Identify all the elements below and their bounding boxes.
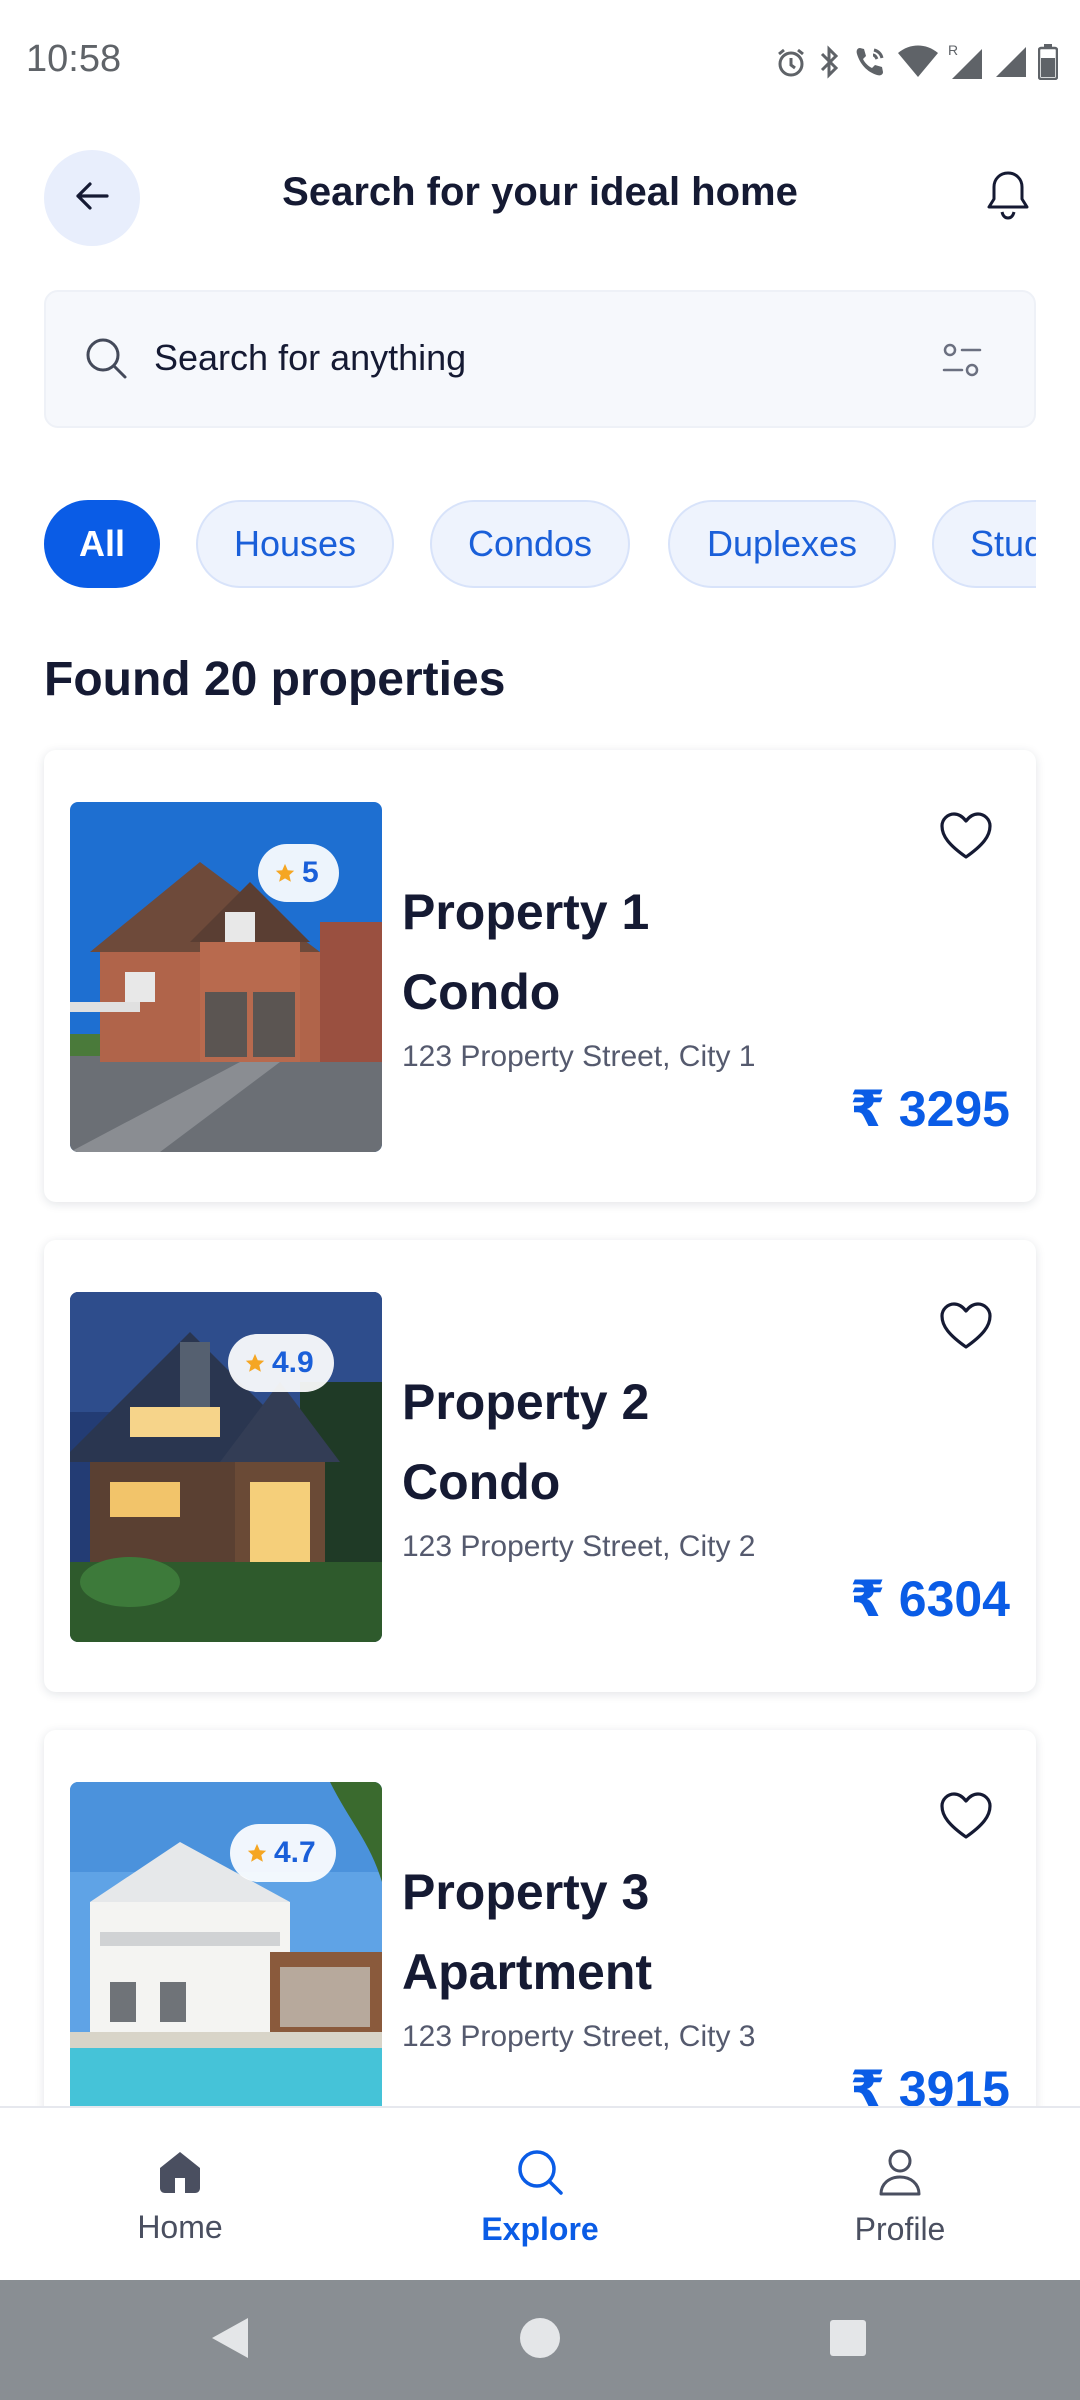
search-icon — [84, 336, 128, 385]
property-type: Condo — [402, 1454, 561, 1510]
favorite-button[interactable] — [936, 808, 996, 868]
property-card[interactable]: 5 Property 1 Condo 123 Property Street, … — [44, 750, 1036, 1202]
wifi-icon — [898, 45, 938, 79]
system-recents-button[interactable] — [818, 2310, 878, 2370]
property-image: 4.9 — [70, 1292, 382, 1642]
rating-value: 4.7 — [274, 1836, 316, 1869]
heart-icon — [939, 1301, 993, 1356]
home-icon — [156, 2148, 204, 2199]
rating-value: 4.9 — [272, 1346, 314, 1379]
wifi-calling-icon — [852, 44, 888, 80]
favorite-button[interactable] — [936, 1788, 996, 1848]
property-type: Condo — [402, 964, 561, 1020]
star-icon — [246, 1842, 268, 1864]
chip-condos[interactable]: Condos — [430, 500, 630, 588]
page-title: Search for your ideal home — [282, 170, 798, 214]
square-recents-icon — [828, 2318, 868, 2363]
property-image: 4.7 — [70, 1782, 382, 2132]
bell-icon — [985, 169, 1031, 226]
nav-home[interactable]: Home — [60, 2108, 300, 2282]
back-button[interactable] — [44, 150, 140, 246]
nav-home-label: Home — [137, 2209, 223, 2245]
property-type: Apartment — [402, 1944, 653, 2000]
rating-value: 5 — [302, 856, 319, 889]
status-icons: R — [774, 42, 1058, 82]
property-image: 5 — [70, 802, 382, 1152]
nav-explore[interactable]: Explore — [420, 2108, 660, 2282]
arrow-left-icon — [75, 181, 109, 216]
property-price: ₹ 6304 — [850, 1571, 1010, 1627]
svg-text:R: R — [948, 43, 958, 58]
rating-badge: 4.9 — [228, 1334, 334, 1392]
search-bar — [44, 290, 1036, 428]
property-address: 123 Property Street, City 2 — [402, 1530, 756, 1563]
user-icon — [878, 2148, 922, 2201]
nav-profile[interactable]: Profile — [780, 2108, 1020, 2282]
rating-badge: 4.7 — [230, 1824, 336, 1882]
signal-icon — [994, 45, 1028, 79]
property-name: Property 3 — [402, 1864, 650, 1920]
category-chips: All Houses Condos Duplexes Studios — [44, 500, 1036, 590]
heart-icon — [939, 811, 993, 866]
property-name: Property 2 — [402, 1374, 650, 1430]
nav-explore-label: Explore — [481, 2211, 599, 2247]
rating-badge: 5 — [258, 844, 339, 902]
property-address: 123 Property Street, City 3 — [402, 2020, 756, 2053]
property-address: 123 Property Street, City 1 — [402, 1040, 756, 1073]
chip-studios[interactable]: Studios — [932, 500, 1036, 588]
property-card[interactable]: 4.9 Property 2 Condo 123 Property Street… — [44, 1240, 1036, 1692]
chip-duplexes[interactable]: Duplexes — [668, 500, 896, 588]
search-icon — [516, 2148, 564, 2201]
notifications-button[interactable] — [976, 165, 1040, 229]
results-count-title: Found 20 properties — [44, 653, 506, 706]
system-home-button[interactable] — [510, 2310, 570, 2370]
filter-sliders-icon[interactable] — [942, 342, 982, 383]
battery-icon — [1038, 44, 1058, 80]
property-price: ₹ 3295 — [850, 1081, 1010, 1137]
bottom-navigation: Home Explore Profile — [0, 2106, 1080, 2280]
property-name: Property 1 — [402, 884, 650, 940]
triangle-back-icon — [208, 2314, 252, 2367]
heart-icon — [939, 1791, 993, 1846]
system-back-button[interactable] — [200, 2310, 260, 2370]
alarm-icon — [774, 45, 808, 79]
search-input[interactable] — [154, 328, 854, 388]
signal-roaming-icon: R — [948, 43, 984, 81]
chip-all[interactable]: All — [44, 500, 160, 588]
bluetooth-icon — [818, 44, 842, 80]
chip-houses[interactable]: Houses — [196, 500, 394, 588]
star-icon — [244, 1352, 266, 1374]
star-icon — [274, 862, 296, 884]
favorite-button[interactable] — [936, 1298, 996, 1358]
circle-home-icon — [518, 2316, 562, 2365]
status-bar: 10:58 R — [0, 0, 1080, 120]
status-time: 10:58 — [26, 38, 122, 80]
system-navigation-bar — [0, 2280, 1080, 2400]
nav-profile-label: Profile — [854, 2211, 946, 2247]
